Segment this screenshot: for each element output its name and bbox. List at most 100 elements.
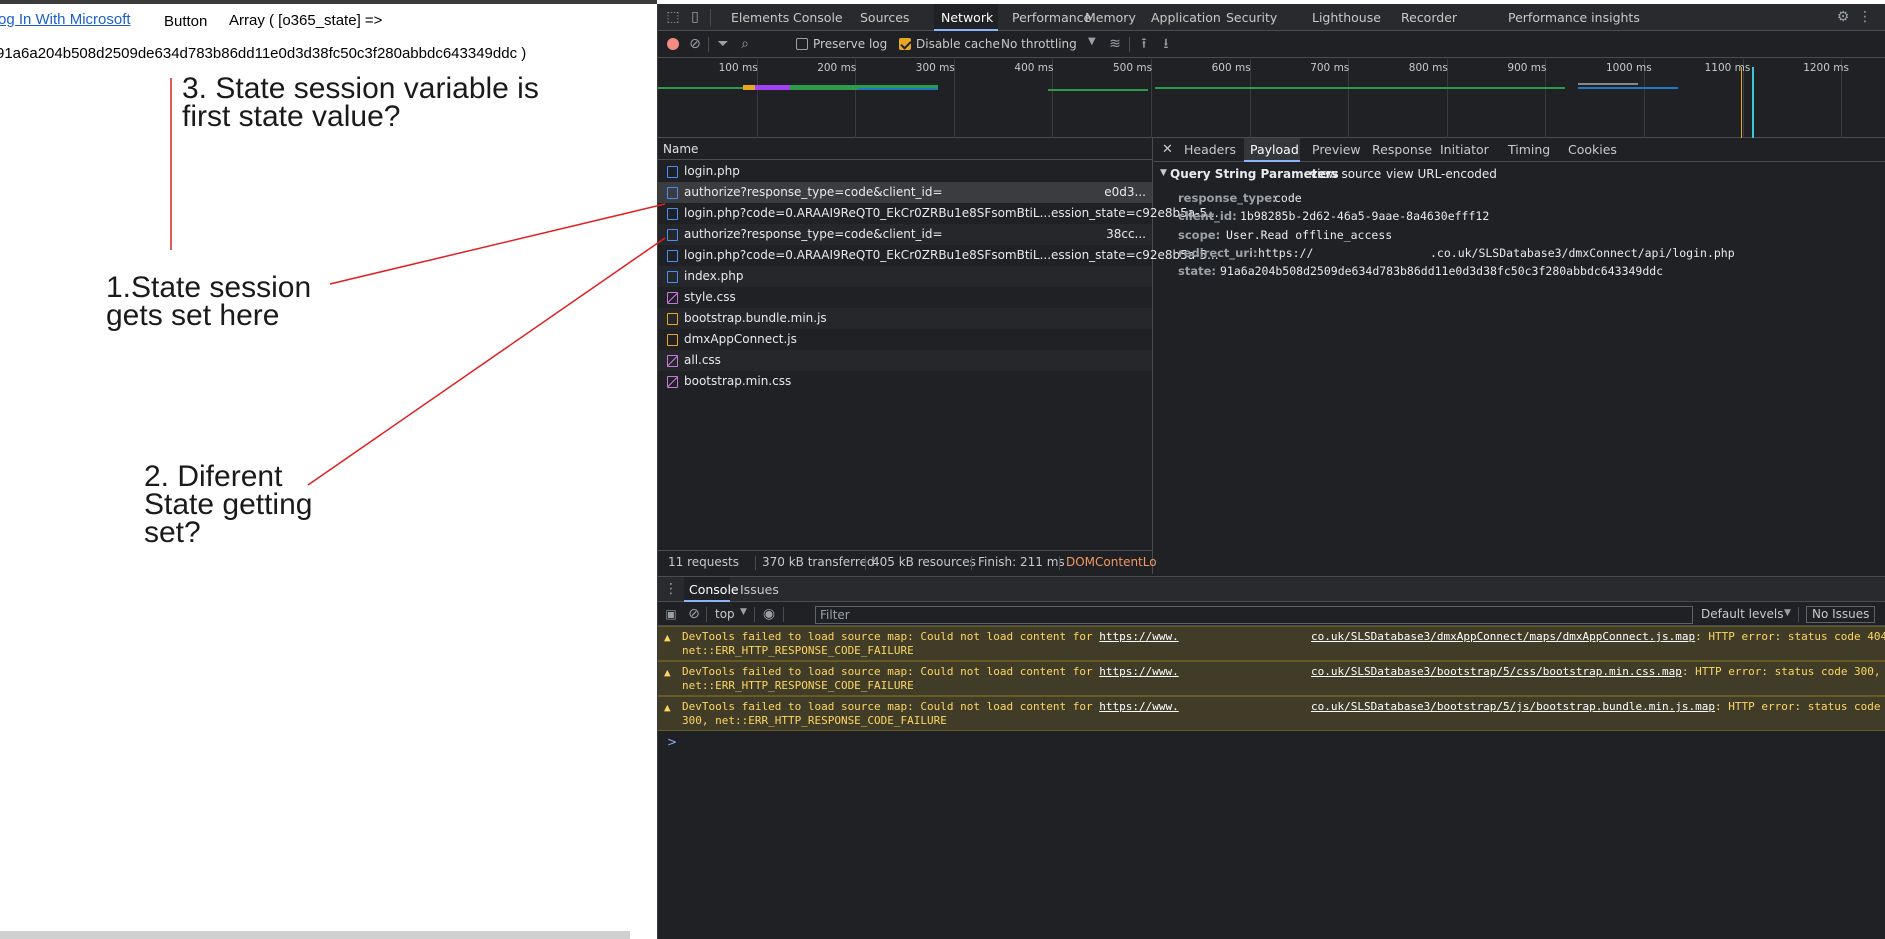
param-value: code: [1274, 191, 1302, 205]
request-row[interactable]: login.php?code=0.ARAAI9ReQT0_EkCr0ZRBu1e…: [658, 245, 1219, 266]
clear-icon[interactable]: ⊘: [686, 31, 704, 58]
warning-error-text: : HTTP error: status code 404,: [1695, 630, 1885, 643]
tab-security[interactable]: Security: [1219, 4, 1299, 31]
login-microsoft-link[interactable]: og In With Microsoft: [0, 11, 131, 28]
status-finish: Finish: 211 ms: [978, 555, 1065, 569]
waterfall-bar: [1048, 89, 1148, 91]
tab-memory[interactable]: Memory: [1078, 4, 1138, 31]
drawer-menu-icon[interactable]: ⋮: [664, 577, 678, 601]
warning-link[interactable]: https://www.: [1099, 665, 1178, 678]
tab-sources[interactable]: Sources: [853, 4, 928, 31]
detail-tab-response[interactable]: Response: [1366, 138, 1432, 162]
export-har-icon[interactable]: ⭳: [1157, 31, 1175, 58]
inspect-icon[interactable]: ⬚: [664, 4, 682, 31]
status-domcontentloaded: DOMContentLo: [1066, 555, 1157, 569]
timeline-tick-label: 300 ms: [915, 62, 955, 74]
stylesheet-icon: [667, 376, 678, 388]
default-levels-select[interactable]: Default levels: [1701, 607, 1783, 621]
detail-tab-preview[interactable]: Preview: [1306, 138, 1361, 162]
eye-icon[interactable]: ◉: [759, 603, 779, 626]
tab-recorder[interactable]: Recorder: [1394, 4, 1490, 31]
request-row[interactable]: bootstrap.min.css: [658, 371, 1152, 392]
search-icon[interactable]: ⌕: [736, 31, 754, 58]
record-icon[interactable]: [667, 38, 679, 50]
more-options-icon[interactable]: ⋮: [1856, 4, 1874, 31]
warning-line1: DevTools failed to load source map: Coul…: [682, 630, 1885, 644]
document-icon: [667, 229, 678, 241]
drawer-tab-console[interactable]: Console: [684, 577, 739, 602]
console-filter-input[interactable]: Filter: [815, 606, 1693, 624]
request-row[interactable]: authorize?response_type=code&client_id= 3…: [658, 224, 1152, 245]
warning-icon: ▲: [664, 666, 671, 679]
view-source-link[interactable]: view source: [1310, 167, 1381, 181]
issues-button[interactable]: No Issues: [1806, 606, 1876, 623]
settings-gear-icon[interactable]: ⚙: [1834, 4, 1852, 31]
request-row[interactable]: all.css: [658, 350, 1152, 371]
annotation-3: 3. State session variable is first state…: [182, 74, 539, 132]
webpage-pane: og In With Microsoft Button Array ( [o36…: [0, 0, 657, 939]
network-overview-timeline[interactable]: 100 ms 200 ms 300 ms 400 ms 500 ms 600 ms 700 …: [658, 59, 1885, 138]
throttling-select[interactable]: No throttling: [1001, 37, 1077, 51]
expand-triangle-icon[interactable]: ▼: [1160, 168, 1167, 178]
close-icon[interactable]: ✕: [1162, 142, 1173, 157]
param-value: https://: [1258, 245, 1314, 260]
network-toolbar: ⊘ ⏷ ⌕ Preserve log Disable cache No thro…: [658, 31, 1885, 58]
detail-tab-headers[interactable]: Headers: [1178, 138, 1236, 162]
tab-lighthouse[interactable]: Lighthouse: [1305, 4, 1389, 31]
timeline-tick-label: 1200 ms: [1803, 62, 1849, 74]
detail-tab-timing[interactable]: Timing: [1502, 138, 1556, 162]
script-icon: [667, 313, 678, 325]
detail-tab-payload[interactable]: Payload: [1244, 138, 1300, 162]
context-select[interactable]: top: [715, 607, 735, 621]
request-row[interactable]: authorize?response_type=code&client_id= e…: [658, 182, 1152, 203]
separator: [971, 556, 972, 570]
filter-icon[interactable]: ⏷: [714, 31, 732, 58]
request-row[interactable]: bootstrap.bundle.min.js: [658, 308, 1152, 329]
disable-cache-checkbox[interactable]: [899, 38, 911, 50]
drawer-tab-issues[interactable]: Issues: [736, 577, 779, 602]
annotation-2: 2. Diferent State getting set?: [144, 462, 312, 548]
separator: [1059, 556, 1060, 570]
clear-console-icon[interactable]: ⊘: [685, 603, 703, 626]
console-toolbar: ▣ ⊘ top ▼ ◉ Filter Default levels ▼ No I…: [658, 603, 1885, 626]
tab-elements[interactable]: Elements: [724, 4, 789, 31]
array-dump-line2: 91a6a204b508d2509de634d783b86dd11e0d3d38…: [0, 45, 527, 62]
warning-link[interactable]: https://www.: [1099, 630, 1178, 643]
import-har-icon[interactable]: ⭱: [1135, 31, 1153, 58]
request-row[interactable]: index.php: [658, 266, 1152, 287]
request-row[interactable]: style.css: [658, 287, 1152, 308]
detail-tab-cookies[interactable]: Cookies: [1562, 138, 1617, 162]
separator: [1798, 607, 1799, 622]
request-row[interactable]: login.php?code=0.ARAAI9ReQT0_EkCr0ZRBu1e…: [658, 203, 1219, 224]
warning-icon: ▲: [664, 631, 671, 644]
chevron-down-icon[interactable]: ▼: [1088, 36, 1096, 47]
warning-line2: 300, net::ERR_HTTP_RESPONSE_CODE_FAILURE: [682, 714, 947, 727]
device-toolbar-icon[interactable]: ▯: [686, 4, 704, 31]
warning-link[interactable]: https://www.: [1099, 700, 1178, 713]
name-column-header[interactable]: Name: [658, 138, 1153, 160]
tab-performance-insights[interactable]: Performance insights: [1501, 4, 1640, 31]
warning-link-path[interactable]: co.uk/SLSDatabase3/dmxAppConnect/maps/dm…: [1311, 630, 1695, 643]
tab-console[interactable]: Console: [786, 4, 846, 31]
timeline-tick-label: 100 ms: [718, 62, 758, 74]
preserve-log-checkbox[interactable]: [796, 38, 808, 50]
warning-link-path[interactable]: co.uk/SLSDatabase3/bootstrap/5/js/bootst…: [1311, 700, 1715, 713]
request-row[interactable]: dmxAppConnect.js: [658, 329, 1152, 350]
tab-network[interactable]: Network: [934, 4, 998, 31]
request-row[interactable]: login.php: [658, 161, 1152, 182]
top-border: [0, 0, 657, 4]
chevron-down-icon[interactable]: ▼: [1784, 608, 1791, 618]
warning-link-path[interactable]: co.uk/SLSDatabase3/bootstrap/5/css/boots…: [1311, 665, 1682, 678]
tab-application[interactable]: Application: [1144, 4, 1221, 31]
warning-error-text: : HTTP error: status code 300,: [1681, 665, 1881, 678]
view-url-encoded-link[interactable]: view URL-encoded: [1386, 167, 1497, 181]
warning-text: DevTools failed to load source map: Coul…: [682, 665, 1100, 678]
detail-tab-initiator[interactable]: Initiator: [1434, 138, 1496, 162]
network-conditions-icon[interactable]: ≋: [1106, 31, 1124, 58]
tab-performance[interactable]: Performance: [1005, 4, 1091, 31]
console-prompt[interactable]: >: [667, 735, 677, 749]
horizontal-scrollbar[interactable]: [0, 931, 630, 939]
plain-button[interactable]: Button: [164, 13, 207, 30]
chevron-down-icon[interactable]: ▼: [740, 607, 747, 617]
sidebar-toggle-icon[interactable]: ▣: [662, 603, 680, 626]
